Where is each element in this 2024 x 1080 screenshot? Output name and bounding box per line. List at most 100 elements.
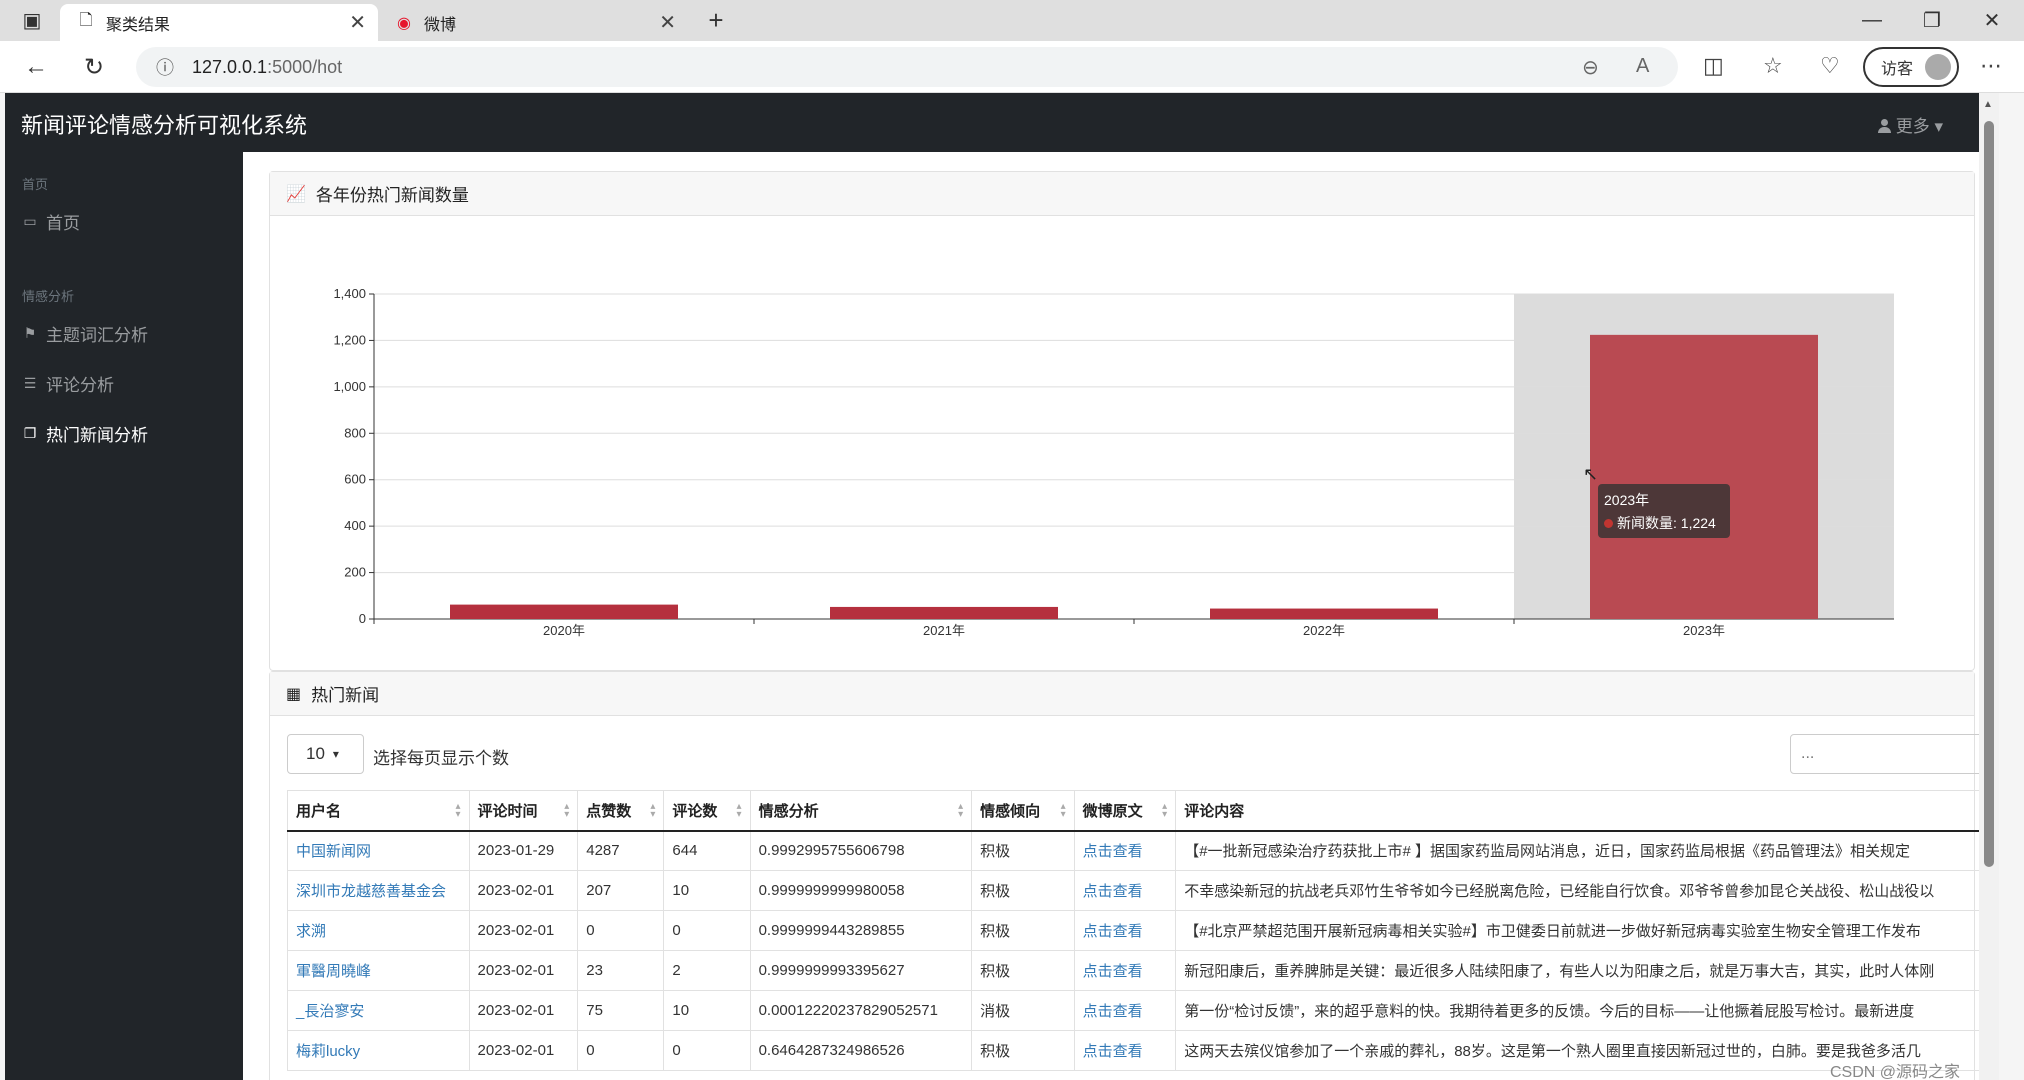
table-cell: 4287 [577, 830, 665, 871]
hot-news-card: ▦ 热门新闻 10 ▾ 选择每页显示个数 用户名▴▾评论时间▴▾点赞数▴▾评论数… [269, 671, 1999, 1080]
column-header[interactable]: 点赞数 ▴ ▾ [577, 790, 665, 832]
table-cell: 点击查看 [1073, 870, 1177, 911]
column-header[interactable]: 评论时间 ▴ ▾ [468, 790, 579, 832]
page-size-select[interactable]: 10 ▾ [287, 734, 364, 774]
copy-icon: ❐ [23, 425, 37, 441]
table-cell: 求溯 [287, 910, 470, 951]
sidebar-item-comments[interactable]: ☰ 评论分析 [22, 371, 114, 396]
close-tab-icon[interactable]: ✕ [659, 10, 676, 35]
sidebar-item-label: 主题词汇分析 [46, 326, 148, 345]
scroll-up-icon[interactable]: ▲ [1983, 99, 1993, 110]
url-field[interactable]: ⓘ 127.0.0.1:5000/hot ⊖ A [136, 47, 1678, 87]
column-header[interactable]: 情感分析 ▴ ▾ [749, 790, 973, 832]
sidebar-item-topic-words[interactable]: ⚑ 主题词汇分析 [22, 321, 148, 346]
tooltip-series-label: 新闻数量 [1617, 515, 1673, 531]
view-original-link[interactable]: 点击查看 [1083, 843, 1143, 860]
user-link[interactable]: 求溯 [296, 923, 326, 940]
chart-card-header: 📈 各年份热门新闻数量 [270, 172, 1974, 216]
y-tick-label: 1,000 [333, 379, 366, 394]
avatar [1925, 54, 1951, 80]
flag-icon: ⚑ [23, 325, 37, 341]
table-cell: 0.00012220237829052571 [749, 990, 973, 1031]
split-screen-icon[interactable]: ◫ [1703, 53, 1724, 79]
sort-icon[interactable]: ▴▾ [564, 802, 569, 820]
user-link[interactable]: 深圳市龙越慈善基金会 [296, 883, 446, 900]
column-header[interactable]: 情感倾向 ▴ ▾ [971, 790, 1075, 832]
hot-news-card-header: ▦ 热门新闻 [270, 672, 1974, 716]
browser-essentials-icon[interactable]: ♡ [1820, 53, 1840, 79]
top-navbar: 新闻评论情感分析可视化系统 更多 ▾ [5, 93, 1999, 152]
user-link[interactable]: 梅莉lucky [296, 1043, 360, 1060]
scrollbar-thumb[interactable] [1984, 121, 1994, 867]
table-row: 梅莉lucky 2023-02-01 0 0 0.6464287324986526 积极点… [287, 1030, 1999, 1071]
favorites-icon[interactable]: ☆ [1763, 53, 1783, 79]
browser-tab[interactable]: ◉ 微博 ✕ [378, 4, 688, 41]
table-row: 深圳市龙越慈善基金会 2023-02-01 207 10 0.9999999999980… [287, 870, 1999, 911]
table-cell: 0.9999999993395627 [749, 950, 973, 991]
chevron-down-icon: ▾ [332, 747, 339, 761]
guest-profile-button[interactable]: 访客 [1863, 47, 1959, 87]
view-original-link[interactable]: 点击查看 [1083, 1003, 1143, 1020]
back-arrow-icon[interactable]: ← [18, 49, 54, 85]
y-tick-label: 1,400 [333, 286, 366, 301]
view-original-link[interactable]: 点击查看 [1083, 963, 1143, 980]
close-tab-icon[interactable]: ✕ [349, 10, 366, 35]
sort-icon[interactable]: ▴▾ [1061, 802, 1066, 820]
sort-icon[interactable]: ▴▾ [456, 802, 461, 820]
sort-icon[interactable]: ▴▾ [650, 802, 655, 820]
chart-tooltip: 2023年 新闻数量: 1,224 [1598, 484, 1730, 538]
sort-icon[interactable]: ▴▾ [1162, 802, 1167, 820]
view-original-link[interactable]: 点击查看 [1083, 923, 1143, 940]
view-original-link[interactable]: 点击查看 [1083, 883, 1143, 900]
sidebar-toggle-icon[interactable]: ▣ [14, 2, 50, 38]
reload-icon[interactable]: ↻ [76, 49, 112, 85]
bar-chart: 0 200 400 600 800 1,000 1,200 1,400 2020年 2021年 20… [333, 286, 1894, 638]
zoom-out-icon[interactable]: ⊖ [1582, 55, 1599, 80]
search-box[interactable] [1790, 734, 1999, 774]
sort-icon[interactable]: ▴▾ [737, 802, 742, 820]
hot-news-card-title: 热门新闻 [311, 686, 380, 705]
tooltip-value: 1,224 [1680, 515, 1716, 531]
column-header[interactable]: 评论数 ▴ ▾ [663, 790, 751, 832]
read-aloud-icon[interactable]: A [1636, 55, 1649, 78]
table-cell: 【#一批新冠感染治疗药获批上市# 】据国家药监局网站消息，近日，国家药监局根据《… [1175, 830, 1999, 871]
tooltip-marker [1604, 519, 1613, 528]
user-link[interactable]: 軍醫周曉峰 [296, 963, 371, 980]
browser-tab-active[interactable]: 🗋 聚类结果 ✕ [60, 4, 378, 41]
info-icon[interactable]: ⓘ [150, 54, 180, 80]
table-cell: 0 [663, 1030, 751, 1071]
more-dropdown[interactable]: 更多 ▾ [1877, 112, 1943, 137]
sort-icon[interactable]: ▴▾ [958, 802, 963, 820]
close-window-button[interactable]: ✕ [1962, 0, 2022, 41]
table-row: 軍醫周曉峰 2023-02-01 23 2 0.9999999993395627 积极 点击… [287, 950, 1999, 991]
table-cell: 10 [663, 870, 751, 911]
user-link[interactable]: _長治寥安 [296, 1003, 364, 1020]
brand-title[interactable]: 新闻评论情感分析可视化系统 [21, 108, 307, 140]
table-cell: 积极 [971, 830, 1075, 871]
sidebar-section-analysis: 情感分析 [22, 289, 75, 304]
settings-more-icon[interactable]: ⋯ [1980, 53, 2002, 79]
y-tick-label: 600 [344, 472, 366, 487]
x-tick-label: 2023年 [1683, 623, 1725, 638]
user-icon [1877, 119, 1891, 133]
sidebar-item-home[interactable]: ▭ 首页 [22, 209, 80, 234]
new-tab-button[interactable]: + [686, 0, 746, 41]
y-tick-label: 400 [344, 518, 366, 533]
column-header[interactable]: 评论内容▴▾ [1175, 790, 1999, 832]
column-header[interactable]: 微博原文 ▴ ▾ [1073, 790, 1177, 832]
view-original-link[interactable]: 点击查看 [1083, 1043, 1143, 1060]
page-scrollbar[interactable]: ▲ [1979, 93, 1999, 1080]
restore-button[interactable]: ❐ [1902, 0, 1962, 41]
table-cell: 2023-02-01 [468, 990, 579, 1031]
sidebar: 首页 ▭ 首页 情感分析 ⚑ 主题词汇分析 ☰ 评论分析 ❐ 热门新闻分析 [5, 152, 243, 1080]
column-header[interactable]: 用户名 ▴ ▾ [287, 790, 470, 832]
table-cell: 0.9992995755606798 [749, 830, 973, 871]
user-link[interactable]: 中国新闻网 [296, 843, 371, 860]
table-cell: 0.9999999999980058 [749, 870, 973, 911]
table-cell: 2023-02-01 [468, 1030, 579, 1071]
sidebar-item-hot-news[interactable]: ❐ 热门新闻分析 [22, 421, 148, 446]
table-cell: 644 [663, 830, 751, 871]
table-cell: 积极 [971, 910, 1075, 951]
minimize-button[interactable]: — [1842, 0, 1902, 41]
search-input[interactable] [1791, 735, 1999, 773]
